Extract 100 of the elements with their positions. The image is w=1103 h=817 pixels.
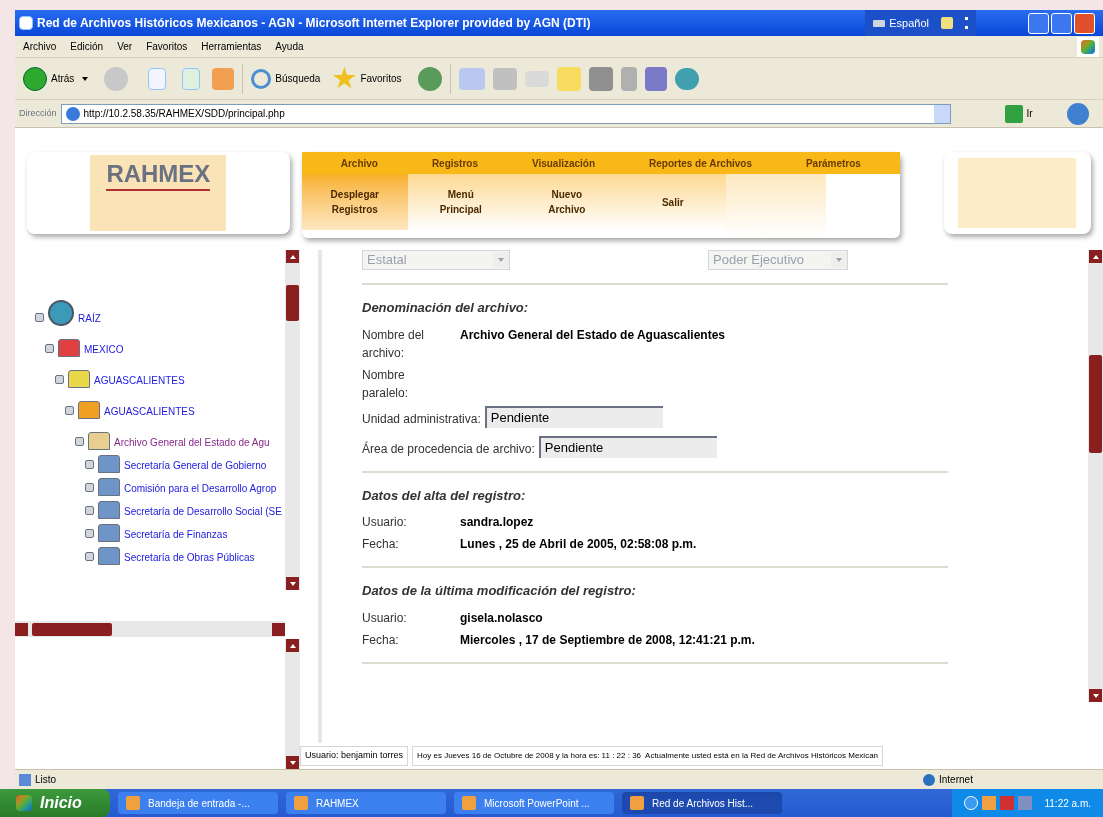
- folder-icon: [98, 501, 120, 519]
- scroll-right-icon[interactable]: [272, 622, 285, 636]
- collapse-icon[interactable]: [55, 375, 64, 384]
- window-title: Red de Archivos Históricos Mexicanos - AGN - Microsoft Internet Explorer provided by AGN (DTI): [37, 15, 591, 32]
- tree-item[interactable]: Secretaría de Obras Públicas: [124, 550, 255, 565]
- top-menu-item[interactable]: Registros: [431, 155, 478, 171]
- collapse-icon[interactable]: [85, 460, 94, 469]
- top-menu-item[interactable]: Parámetros: [805, 155, 861, 171]
- address-label: Dirección: [19, 106, 57, 120]
- tree-item[interactable]: Archivo General del Estado de Agu: [114, 435, 270, 450]
- favorites-button[interactable]: Favoritos: [332, 66, 402, 91]
- close-button[interactable]: [1074, 12, 1095, 34]
- text-field[interactable]: Pendiente: [484, 405, 663, 428]
- tree-item[interactable]: Secretaría de Desarrollo Social (SE: [124, 504, 282, 519]
- tree-item[interactable]: RAÍZ: [78, 311, 101, 326]
- scroll-up-icon[interactable]: [1089, 250, 1102, 263]
- folder-icon: [58, 339, 80, 357]
- folder-icon: [78, 401, 100, 419]
- scroll-up-icon[interactable]: [286, 250, 299, 263]
- field-value: sandra.lopez: [460, 514, 534, 531]
- zone-label: Internet: [939, 773, 974, 787]
- globe-icon: [48, 300, 74, 326]
- section-title: Denominación del archivo:: [362, 299, 530, 317]
- page-status-message: Hoy es Jueves 16 de Octubre de 2008 y la hora es: 11 : 22 : 36 Actualmente usted está en la Red de Archivos Históricos Mexican: [412, 746, 884, 766]
- back-button[interactable]: Atrás: [23, 66, 75, 91]
- vertical-scrollbar[interactable]: [285, 250, 300, 590]
- taskbar-button[interactable]: Bandeja de entrada -...: [118, 792, 278, 814]
- vertical-scrollbar[interactable]: [1088, 250, 1103, 702]
- folder-icon: [98, 478, 120, 496]
- tree-item[interactable]: Secretaría General de Gobierno: [124, 458, 267, 473]
- menu-item[interactable]: Herramientas: [201, 39, 262, 54]
- tree-item[interactable]: AGUASCALIENTES: [104, 404, 195, 419]
- collapse-icon[interactable]: [35, 313, 44, 322]
- scroll-down-icon[interactable]: [286, 577, 299, 590]
- folder-icon: [98, 524, 120, 542]
- taskbar-button[interactable]: Red de Archivos Hist...: [622, 792, 782, 814]
- scroll-up-icon[interactable]: [286, 639, 299, 652]
- field-label: Fecha:: [362, 536, 400, 553]
- field-label: Usuario:: [362, 609, 408, 627]
- top-menu-item[interactable]: Visualización: [531, 155, 596, 171]
- status-text: Listo: [35, 773, 58, 787]
- clock: 11:22 a.m.: [1044, 796, 1091, 811]
- folder-icon: [98, 547, 120, 565]
- address-field[interactable]: http://10.2.58.35/RAHMEX/SDD/principal.php: [60, 103, 951, 124]
- sub-menu-item[interactable]: Desplegar Registros: [301, 174, 408, 230]
- section-title: Datos de la última modificación del registro:: [362, 582, 637, 600]
- collapse-icon[interactable]: [65, 406, 74, 415]
- field-label: Fecha:: [362, 631, 400, 649]
- folder-icon: [68, 370, 90, 388]
- sub-menu-item[interactable]: Salir: [619, 174, 726, 230]
- text-field[interactable]: Pendiente: [538, 435, 717, 458]
- tree-item[interactable]: AGUASCALIENTES: [94, 373, 185, 388]
- horizontal-scrollbar[interactable]: [15, 621, 285, 637]
- vertical-scrollbar[interactable]: [285, 639, 300, 769]
- top-menu-item[interactable]: Reportes de Archivos: [649, 155, 752, 171]
- field-value: Miercoles , 17 de Septiembre de 2008, 12:41:21 p.m.: [460, 631, 755, 649]
- menu-item[interactable]: Favoritos: [146, 39, 188, 54]
- language-bar[interactable]: Español: [865, 10, 976, 36]
- collapse-icon[interactable]: [85, 506, 94, 515]
- logo-text: RAHMEX: [106, 159, 211, 191]
- menu-item[interactable]: Edición: [70, 39, 104, 54]
- taskbar-button[interactable]: RAHMEX: [286, 792, 446, 814]
- scroll-left-icon[interactable]: [15, 622, 28, 636]
- collapse-icon[interactable]: [85, 552, 94, 561]
- scroll-thumb[interactable]: [286, 285, 299, 321]
- menu-item[interactable]: Ver: [117, 39, 133, 54]
- collapse-icon[interactable]: [85, 529, 94, 538]
- menu-item[interactable]: Ayuda: [275, 39, 304, 54]
- sub-menu-item[interactable]: Menú Principal: [407, 174, 514, 230]
- field-value: gisela.nolasco: [460, 609, 543, 627]
- folder-icon: [88, 432, 110, 450]
- globe-icon: [923, 773, 935, 786]
- field-label: Nombre paralelo:: [362, 366, 410, 402]
- restore-button[interactable]: [1051, 12, 1072, 34]
- page-status-user: Usuario: benjamin torres: [300, 746, 409, 766]
- top-menu-item[interactable]: Archivo: [340, 155, 378, 171]
- field-label: Usuario:: [362, 514, 408, 531]
- field-value: Lunes , 25 de Abril de 2005, 02:58:08 p.m.: [460, 536, 697, 553]
- sub-menu-item[interactable]: Nuevo Archivo: [513, 174, 620, 230]
- search-button[interactable]: Búsqueda: [251, 68, 321, 89]
- tree-item[interactable]: Comisión para el Desarrollo Agrop: [124, 481, 277, 496]
- taskbar-button[interactable]: Microsoft PowerPoint ...: [454, 792, 614, 814]
- start-button[interactable]: Inicio: [0, 789, 110, 817]
- scroll-down-icon[interactable]: [1089, 689, 1102, 702]
- field-label: Área de procedencia de archivo:: [362, 440, 535, 458]
- language-label: Español: [889, 15, 929, 31]
- tree-item[interactable]: Secretaría de Finanzas: [124, 527, 228, 542]
- tree-item[interactable]: MEXICO: [84, 342, 124, 357]
- collapse-icon[interactable]: [85, 483, 94, 492]
- scroll-down-icon[interactable]: [286, 756, 299, 769]
- section-title: Datos del alta del registro:: [362, 486, 527, 505]
- field-value: Archivo General del Estado de Aguascalientes: [460, 326, 725, 344]
- scroll-thumb[interactable]: [1089, 355, 1102, 453]
- scroll-thumb[interactable]: [32, 622, 112, 636]
- collapse-icon[interactable]: [45, 344, 54, 353]
- folder-icon: [98, 455, 120, 473]
- minimize-button[interactable]: [1028, 12, 1049, 34]
- menu-item[interactable]: Archivo: [23, 39, 57, 54]
- field-label: Nombre del archivo:: [362, 326, 426, 362]
- collapse-icon[interactable]: [75, 437, 84, 446]
